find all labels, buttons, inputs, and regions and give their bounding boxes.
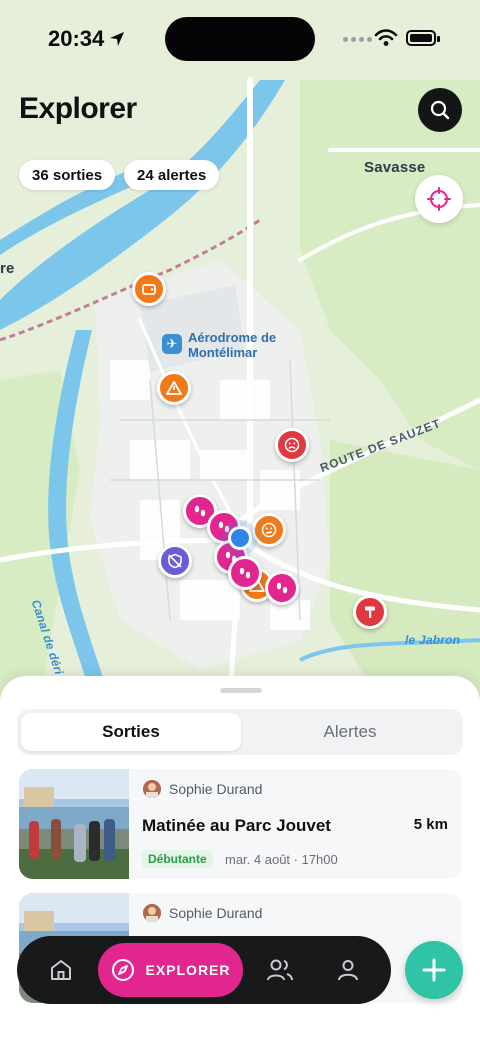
warning-icon bbox=[166, 381, 182, 395]
tab-alertes[interactable]: Alertes bbox=[240, 713, 460, 751]
search-button[interactable] bbox=[418, 88, 462, 132]
map-label-edge: re bbox=[0, 260, 15, 277]
tab-sorties[interactable]: Sorties bbox=[21, 713, 241, 751]
dynamic-island bbox=[165, 17, 315, 61]
status-time: 20:34 bbox=[48, 26, 105, 51]
outing-photo bbox=[19, 769, 129, 879]
outing-date: mar. 4 août · 17h00 bbox=[225, 852, 338, 867]
plus-icon bbox=[422, 958, 446, 982]
sad-face-icon bbox=[284, 437, 300, 453]
avatar bbox=[143, 780, 161, 798]
author-name: Sophie Durand bbox=[169, 905, 263, 921]
alert-marker-neutral[interactable] bbox=[252, 513, 286, 547]
airport-name-line2: Montélimar bbox=[188, 345, 258, 360]
footprints-icon bbox=[194, 505, 206, 517]
airport-name-line1: Aérodrome de bbox=[188, 330, 277, 345]
locate-button[interactable] bbox=[415, 175, 463, 223]
outing-marker-5[interactable] bbox=[265, 571, 299, 605]
page-title: Explorer bbox=[19, 92, 137, 125]
alert-marker-hazard[interactable] bbox=[353, 595, 387, 629]
airport-poi[interactable]: ✈ Aérodrome de Montélimar bbox=[162, 330, 276, 360]
hammer-icon bbox=[365, 606, 375, 618]
outing-card[interactable]: Sophie Durand Matinée au Parc Jouvet 5 k… bbox=[19, 769, 462, 879]
map-label-savasse: Savasse bbox=[364, 159, 426, 176]
battery-icon bbox=[406, 30, 440, 46]
user-icon bbox=[338, 960, 358, 981]
tab-explorer-label: EXPLORER bbox=[145, 962, 231, 978]
compass-icon bbox=[112, 959, 135, 981]
avatar bbox=[143, 904, 161, 922]
level-badge: Débutante bbox=[142, 850, 213, 868]
tab-community[interactable] bbox=[266, 956, 294, 984]
outing-marker-4[interactable] bbox=[228, 556, 262, 590]
wifi-icon bbox=[374, 29, 398, 46]
chip-sorties-count[interactable]: 36 sorties bbox=[19, 160, 116, 190]
add-button[interactable] bbox=[405, 941, 463, 999]
alert-marker-wallet[interactable] bbox=[132, 272, 166, 306]
chip-alertes-count[interactable]: 24 alertes bbox=[124, 160, 220, 190]
tab-explorer[interactable]: EXPLORER bbox=[98, 943, 243, 997]
neutral-face-icon bbox=[261, 522, 277, 538]
alert-marker-sad[interactable] bbox=[275, 428, 309, 462]
alert-marker-shield[interactable] bbox=[158, 544, 192, 578]
airplane-icon: ✈ bbox=[162, 334, 182, 354]
alert-marker-warning[interactable] bbox=[157, 371, 191, 405]
home-icon bbox=[51, 960, 71, 980]
footprints-icon bbox=[239, 567, 251, 579]
outing-distance: 5 km bbox=[413, 816, 448, 833]
author-name: Sophie Durand bbox=[169, 781, 263, 797]
sheet-grabber[interactable] bbox=[220, 688, 262, 693]
wallet-icon bbox=[142, 284, 156, 295]
outing-title: Matinée au Parc Jouvet bbox=[142, 816, 331, 835]
users-icon bbox=[267, 959, 293, 981]
tab-profile[interactable] bbox=[334, 956, 362, 984]
search-icon bbox=[430, 100, 450, 120]
current-location-dot bbox=[228, 526, 252, 550]
navigation-arrow-icon bbox=[110, 32, 124, 46]
shield-off-icon bbox=[168, 553, 182, 569]
locate-icon bbox=[427, 187, 451, 211]
map-label-jabron: le Jabron bbox=[405, 633, 461, 647]
signal-icon bbox=[343, 37, 372, 42]
tab-home[interactable] bbox=[47, 956, 75, 984]
status-bar: 20:34 bbox=[0, 0, 480, 78]
footprints-icon bbox=[276, 582, 288, 594]
